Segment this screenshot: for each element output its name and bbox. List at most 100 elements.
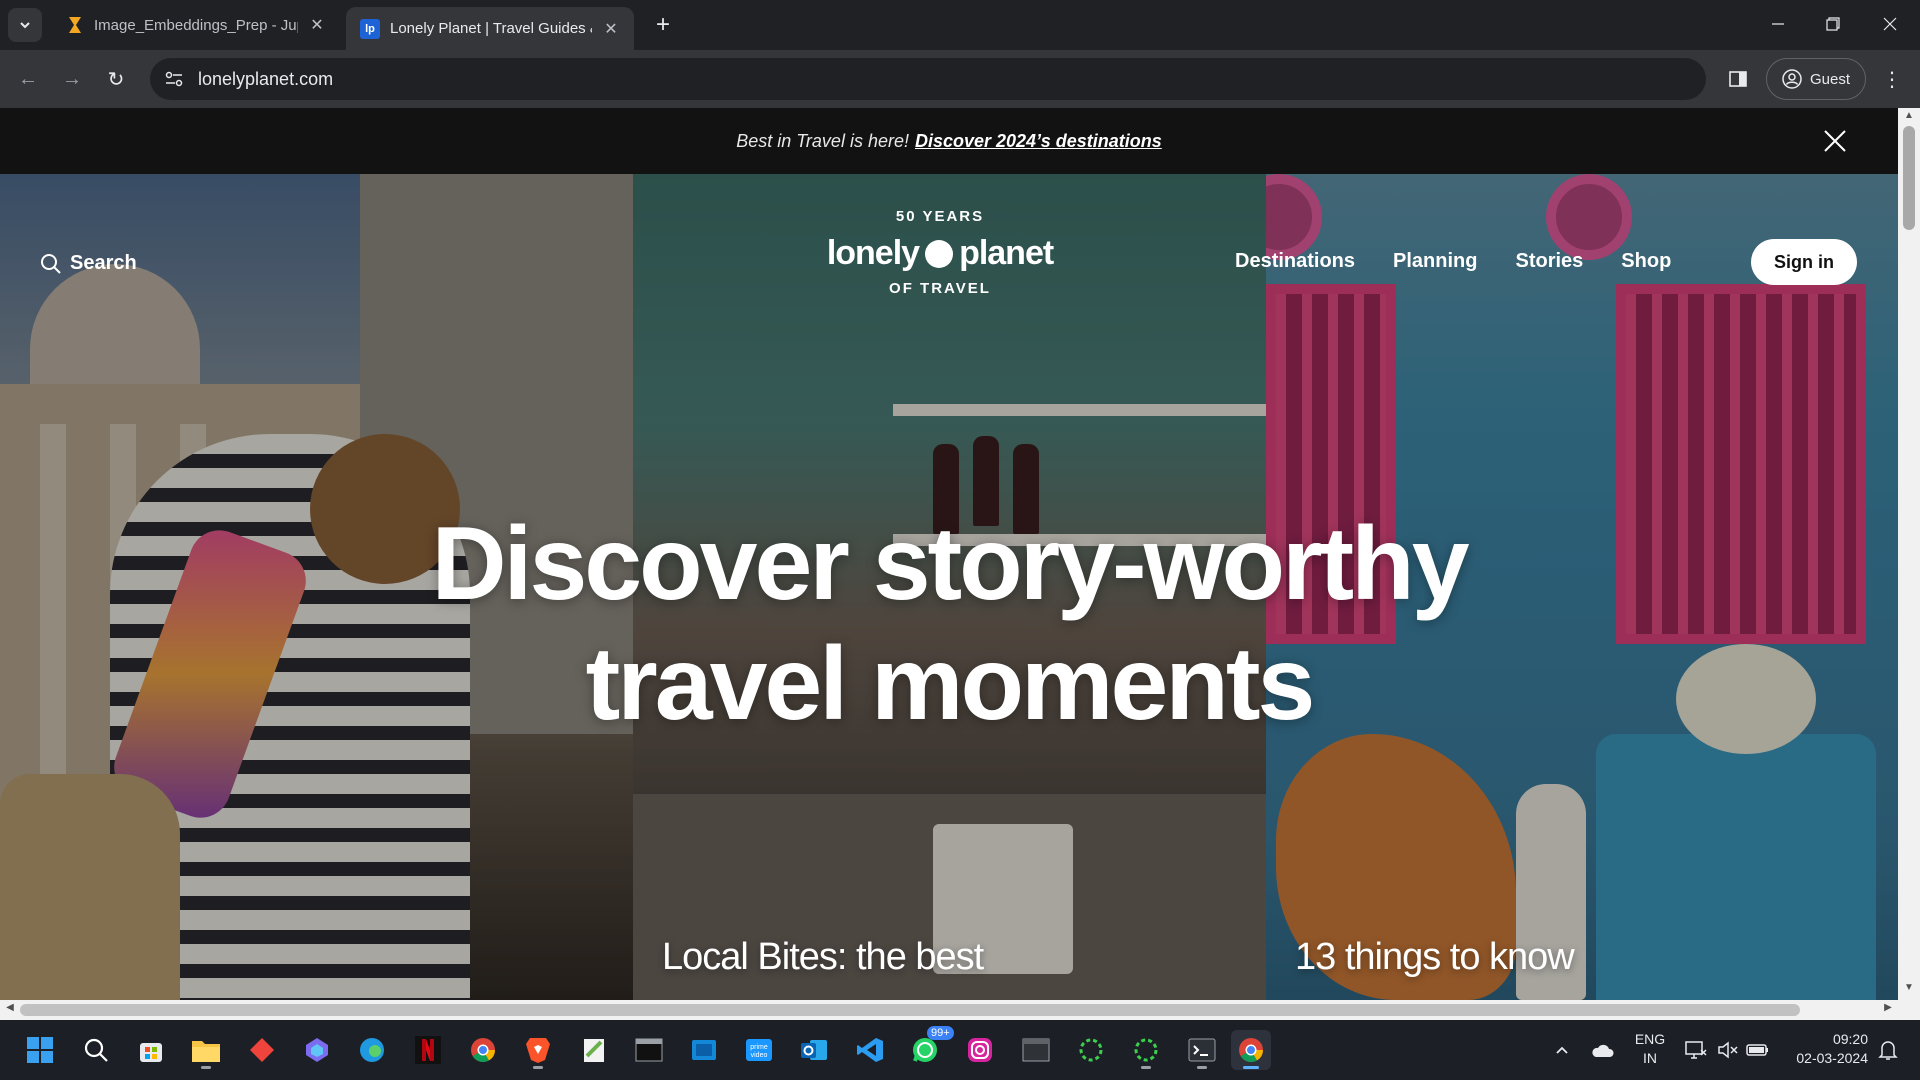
- system-clock[interactable]: 09:20 02-03-2024: [1778, 1030, 1868, 1068]
- prime-video-icon[interactable]: prime video: [739, 1030, 779, 1070]
- back-arrow-icon[interactable]: ←: [12, 63, 44, 95]
- scroll-up-arrow-icon[interactable]: ▲: [1898, 110, 1920, 126]
- chrome-icon[interactable]: [463, 1030, 503, 1070]
- headline-line-1: Discover story-worthy: [431, 506, 1469, 622]
- horizontal-scrollbar[interactable]: ◀ ▶: [0, 1000, 1920, 1020]
- anydesk-icon[interactable]: [242, 1030, 282, 1070]
- language-line-1: ENG: [1634, 1031, 1666, 1047]
- spinner-app-icon[interactable]: [1071, 1030, 1111, 1070]
- lonely-planet-logo[interactable]: 50 YEARS lonely planet OF TRAVEL: [820, 208, 1060, 318]
- chevron-down-icon: [20, 22, 30, 29]
- promo-link[interactable]: Discover 2024’s destinations: [915, 131, 1162, 152]
- nav-destinations[interactable]: Destinations: [1235, 250, 1355, 273]
- running-indicator: [1141, 1066, 1151, 1069]
- spinner-app-icon[interactable]: [1126, 1030, 1166, 1070]
- close-tab-icon[interactable]: ✕: [308, 15, 326, 35]
- battery-icon[interactable]: [1738, 1030, 1778, 1070]
- forward-arrow-icon[interactable]: →: [56, 63, 88, 95]
- headline-line-2: travel moments: [585, 626, 1316, 742]
- scroll-right-arrow-icon[interactable]: ▶: [1880, 1002, 1896, 1018]
- guest-profile-icon: [1782, 69, 1802, 89]
- site-header: Search 50 YEARS lonely planet OF TRAVEL …: [0, 174, 1898, 297]
- logo-word-right: planet: [959, 234, 1054, 272]
- whatsapp-icon[interactable]: 99+: [905, 1026, 954, 1070]
- show-hidden-icons-chevron-up-icon[interactable]: [1542, 1030, 1582, 1070]
- vertical-scrollbar[interactable]: ▲ ▼: [1898, 108, 1920, 1000]
- chrome-active-icon[interactable]: [1231, 1030, 1271, 1070]
- windows-start-icon[interactable]: [20, 1030, 60, 1070]
- tab-jupyter[interactable]: Image_Embeddings_Prep - Jupyter ✕: [52, 7, 340, 43]
- story-caption[interactable]: Local Bites: the best: [662, 936, 984, 979]
- running-indicator: [1197, 1066, 1207, 1069]
- scroll-down-arrow-icon[interactable]: ▼: [1898, 982, 1920, 998]
- vscode-icon[interactable]: [850, 1030, 890, 1070]
- notepad-plus-icon[interactable]: [574, 1030, 614, 1070]
- sign-in-button[interactable]: Sign in: [1751, 239, 1857, 285]
- promo-banner: Best in Travel is here! Discover 2024’s …: [0, 108, 1898, 174]
- notification-bell-icon[interactable]: [1868, 1030, 1908, 1070]
- search-icon: [41, 253, 61, 274]
- tab-lonely-planet[interactable]: lp Lonely Planet | Travel Guides & Trave…: [346, 7, 634, 50]
- url-text: lonelyplanet.com: [198, 68, 334, 89]
- notification-badge: 99+: [927, 1026, 954, 1040]
- svg-text:video: video: [751, 1052, 768, 1059]
- close-tab-icon[interactable]: ✕: [602, 19, 620, 39]
- brave-icon[interactable]: [518, 1030, 558, 1070]
- lonely-planet-favicon-icon: lp: [360, 18, 380, 39]
- edge-icon[interactable]: [352, 1030, 392, 1070]
- close-window-icon[interactable]: [1870, 8, 1910, 40]
- taskbar-search-icon[interactable]: [76, 1030, 116, 1070]
- tab-title: Image_Embeddings_Prep - Jupyter: [94, 16, 298, 34]
- hourglass-icon: [66, 16, 84, 34]
- tab-search-button[interactable]: [8, 8, 42, 42]
- search-label: Search: [70, 252, 137, 274]
- profile-label: Guest: [1809, 70, 1851, 88]
- onedrive-cloud-icon[interactable]: [1582, 1030, 1622, 1070]
- terminal-icon[interactable]: [1182, 1030, 1222, 1070]
- scrollbar-thumb[interactable]: [1903, 126, 1915, 230]
- language-indicator[interactable]: ENG IN: [1628, 1030, 1672, 1068]
- nav-planning[interactable]: Planning: [1393, 250, 1477, 273]
- minimize-icon[interactable]: [1758, 8, 1798, 40]
- scroll-left-arrow-icon[interactable]: ◀: [2, 1002, 18, 1018]
- close-icon[interactable]: [1820, 126, 1850, 156]
- story-caption[interactable]: 13 things to know: [1295, 936, 1575, 979]
- terminal-window-icon[interactable]: [629, 1030, 669, 1070]
- globe-icon: [925, 239, 954, 268]
- hero-section: Search 50 YEARS lonely planet OF TRAVEL …: [0, 174, 1898, 1000]
- browser-toolbar: ← → ↻ lonelyplanet.com Guest ⋮: [0, 50, 1920, 108]
- address-bar[interactable]: lonelyplanet.com: [150, 58, 1706, 100]
- nav-stories[interactable]: Stories: [1515, 250, 1583, 273]
- running-indicator: [533, 1066, 543, 1069]
- instagram-icon[interactable]: [960, 1030, 1000, 1070]
- more-menu-icon[interactable]: ⋮: [1878, 63, 1906, 95]
- site-info-icon[interactable]: [164, 69, 184, 89]
- profile-button[interactable]: Guest: [1766, 58, 1866, 100]
- page-viewport: Best in Travel is here! Discover 2024’s …: [0, 108, 1898, 1000]
- new-tab-plus-icon[interactable]: +: [648, 10, 678, 40]
- tab-title: Lonely Planet | Travel Guides & Travel I…: [390, 20, 592, 37]
- netflix-icon[interactable]: [408, 1030, 448, 1070]
- search-button[interactable]: Search: [40, 252, 137, 275]
- logo-top-text: 50 YEARS: [895, 208, 985, 225]
- file-explorer-icon[interactable]: [186, 1030, 226, 1070]
- store-app-icon[interactable]: [684, 1030, 724, 1070]
- copilot-icon[interactable]: [297, 1030, 337, 1070]
- outlook-icon[interactable]: [794, 1030, 834, 1070]
- promo-text: Best in Travel is here!: [736, 130, 909, 151]
- window-app-icon[interactable]: [1016, 1030, 1056, 1070]
- side-panel-icon[interactable]: [1722, 63, 1754, 95]
- reload-icon[interactable]: ↻: [100, 63, 132, 95]
- logo-word-left: lonely: [826, 234, 920, 272]
- logo-wordmark: lonely planet: [820, 234, 1060, 273]
- restore-icon[interactable]: [1813, 8, 1853, 40]
- running-indicator: [1243, 1066, 1259, 1069]
- svg-text:prime: prime: [750, 1044, 768, 1051]
- windows-taskbar: prime video 99+ ENG IN 09:20 02-03-2024: [0, 1020, 1920, 1080]
- scrollbar-thumb[interactable]: [20, 1004, 1800, 1016]
- logo-bottom-text: OF TRAVEL: [889, 280, 991, 297]
- microsoft-store-icon[interactable]: [131, 1030, 171, 1070]
- hero-headline: Discover story-worthy travel moments: [0, 504, 1898, 744]
- running-indicator: [201, 1066, 211, 1069]
- nav-shop[interactable]: Shop: [1621, 250, 1671, 273]
